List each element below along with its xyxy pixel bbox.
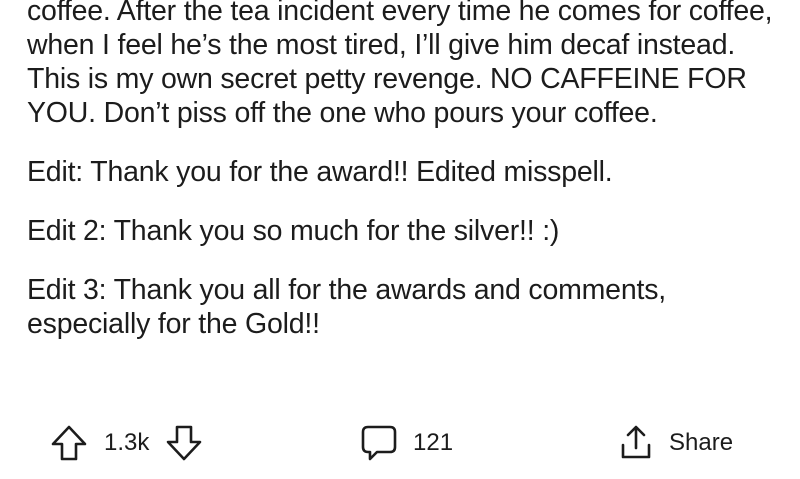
downvote-arrow-icon[interactable]: [165, 424, 203, 462]
post-edit-1: Edit: Thank you for the award!! Edited m…: [27, 156, 613, 188]
share-label: Share: [669, 429, 734, 456]
comments-button[interactable]: 121: [359, 418, 453, 468]
post-edit-2: Edit 2: Thank you so much for the silver…: [27, 215, 560, 247]
post-action-bar: 1.3k 121 Share: [0, 418, 800, 468]
post-paragraph: coffee. After the tea incident every tim…: [27, 0, 773, 129]
share-icon: [617, 423, 655, 463]
post-edit-3: Edit 3: Thank you all for the awards and…: [27, 274, 666, 340]
share-button[interactable]: Share: [617, 418, 733, 468]
vote-count: 1.3k: [104, 429, 150, 456]
post-body: coffee. After the tea incident every tim…: [27, 0, 787, 366]
comment-count: 121: [413, 429, 454, 456]
vote-group: 1.3k: [50, 418, 203, 468]
upvote-arrow-icon[interactable]: [50, 424, 88, 462]
comment-bubble-icon: [359, 423, 399, 463]
